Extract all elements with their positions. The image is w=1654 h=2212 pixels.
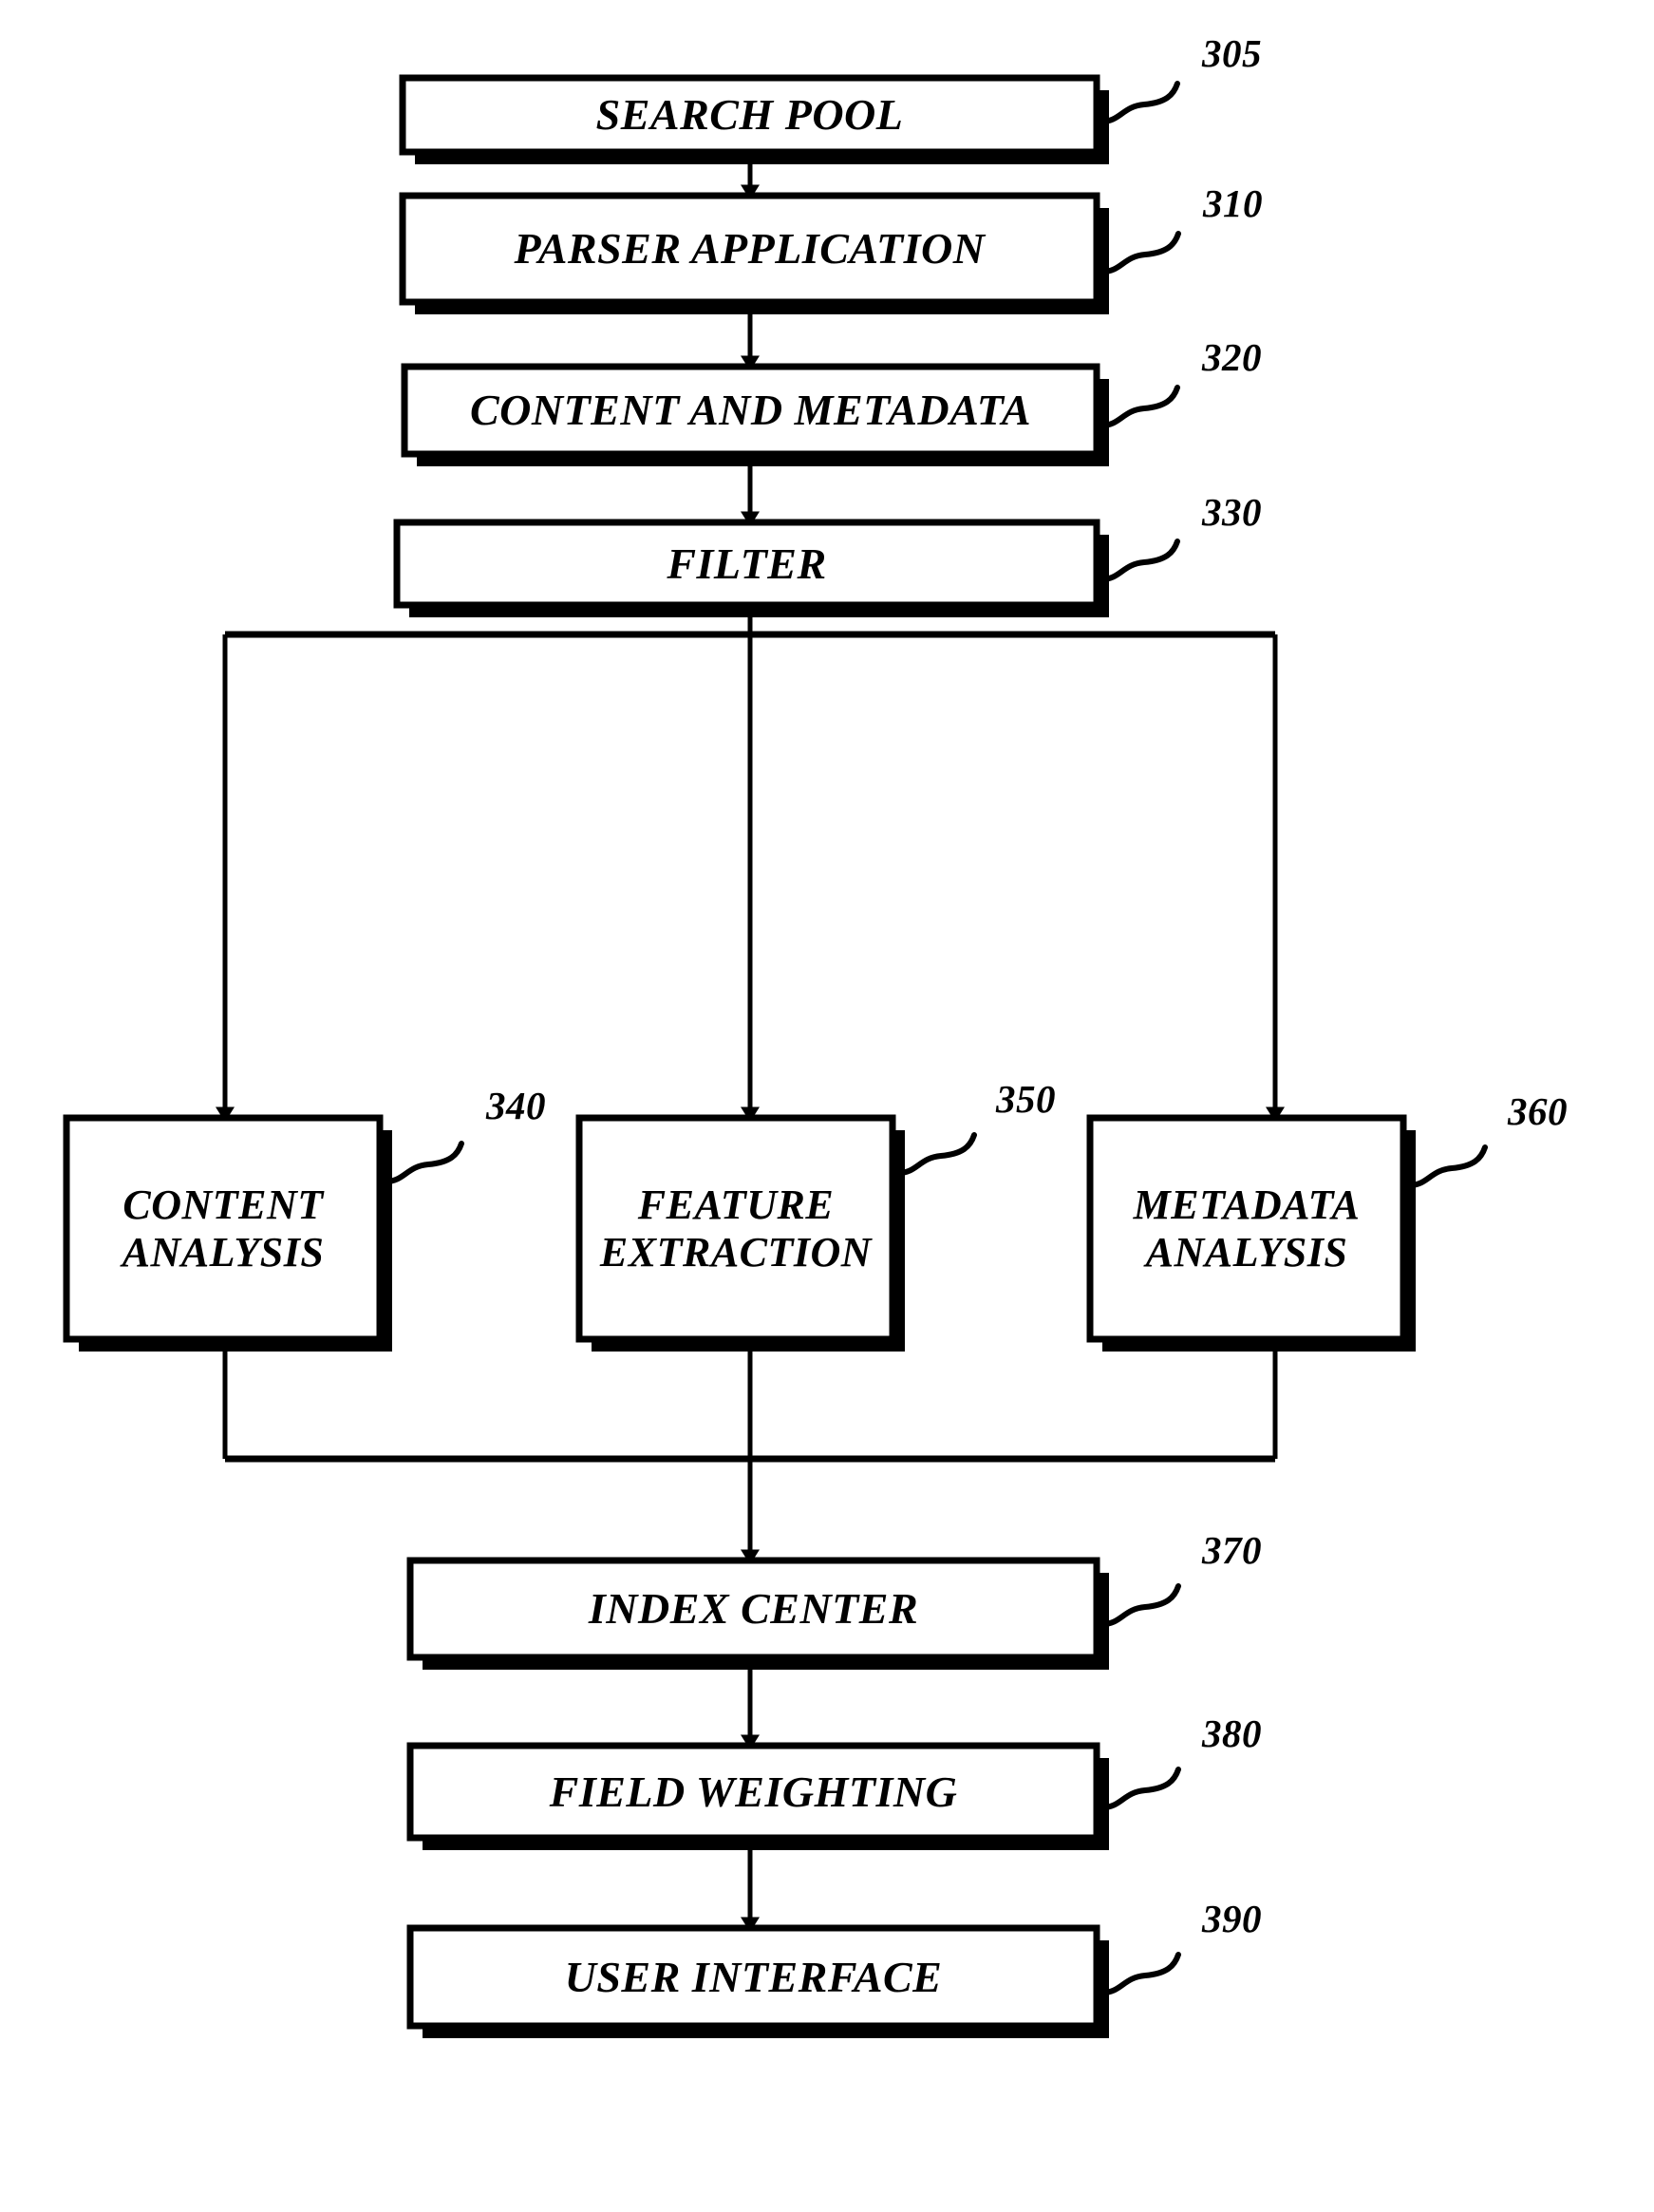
reference-number-390: 390 xyxy=(1202,1897,1262,1940)
leader-line-305 xyxy=(1099,81,1180,124)
reference-number-330: 330 xyxy=(1202,490,1262,534)
flowchart-diagram xyxy=(63,74,1488,2038)
reference-number-320: 320 xyxy=(1202,335,1262,379)
box-field-weighting xyxy=(406,1742,1100,1842)
leader-line-310 xyxy=(1100,231,1181,274)
box-parser-application xyxy=(399,192,1100,306)
leader-line-380 xyxy=(1100,1767,1181,1810)
box-feature-extraction xyxy=(575,1114,896,1343)
leader-line-390 xyxy=(1100,1952,1181,1995)
leader-line-350 xyxy=(895,1132,977,1176)
box-search-pool xyxy=(399,74,1100,156)
reference-number-310: 310 xyxy=(1203,181,1263,225)
leader-line-340 xyxy=(383,1141,464,1184)
leader-line-370 xyxy=(1100,1583,1181,1627)
reference-number-380: 380 xyxy=(1202,1711,1262,1755)
box-filter xyxy=(393,519,1100,609)
reference-number-350: 350 xyxy=(996,1077,1056,1121)
box-content-analysis xyxy=(63,1114,384,1343)
reference-number-340: 340 xyxy=(486,1084,546,1127)
reference-number-370: 370 xyxy=(1202,1528,1262,1572)
reference-number-360: 360 xyxy=(1508,1089,1568,1133)
leader-line-360 xyxy=(1406,1144,1488,1188)
box-user-interface xyxy=(406,1924,1100,2030)
box-content-and-metadata xyxy=(401,363,1100,458)
leader-line-330 xyxy=(1099,539,1180,582)
box-index-center xyxy=(406,1557,1100,1661)
box-metadata-analysis xyxy=(1086,1114,1407,1343)
reference-number-305: 305 xyxy=(1202,31,1262,75)
leader-line-320 xyxy=(1099,385,1180,428)
